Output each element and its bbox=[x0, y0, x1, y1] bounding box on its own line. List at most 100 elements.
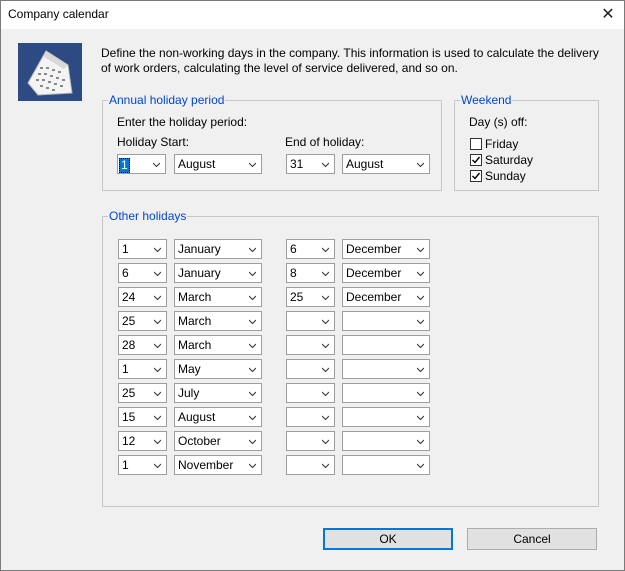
holiday-start-day-select[interactable]: 1 bbox=[118, 239, 167, 259]
holiday-start-month-select[interactable]: November bbox=[174, 455, 262, 475]
holiday-end-month-select[interactable] bbox=[342, 359, 430, 379]
holiday-start-day-select[interactable]: 1 bbox=[118, 359, 167, 379]
chevron-down-icon bbox=[322, 343, 329, 349]
chevron-down-icon bbox=[249, 463, 256, 469]
holiday-end-month-select[interactable]: August bbox=[342, 154, 430, 174]
holiday-end-day-select[interactable] bbox=[286, 359, 335, 379]
holiday-end-day-select[interactable]: 6 bbox=[286, 239, 335, 259]
holiday-end-month-select[interactable] bbox=[342, 431, 430, 451]
holiday-end-day-select[interactable]: 8 bbox=[286, 263, 335, 283]
holiday-end-month-select[interactable]: December bbox=[342, 287, 430, 307]
holiday-end-day-select[interactable] bbox=[286, 311, 335, 331]
holiday-start-day-select[interactable]: 25 bbox=[118, 311, 167, 331]
holiday-end-month-select[interactable] bbox=[342, 407, 430, 427]
holiday-start-day-select[interactable]: 6 bbox=[118, 263, 167, 283]
chevron-down-icon bbox=[249, 319, 256, 325]
holiday-end-month-select[interactable] bbox=[342, 311, 430, 331]
chevron-down-icon bbox=[154, 439, 161, 445]
chevron-down-icon bbox=[154, 271, 161, 277]
holiday-end-month-select[interactable] bbox=[342, 383, 430, 403]
chevron-down-icon bbox=[417, 343, 424, 349]
holiday-end-day-select[interactable]: 25 bbox=[286, 287, 335, 307]
chevron-down-icon bbox=[417, 271, 424, 277]
chevron-down-icon bbox=[154, 367, 161, 373]
holiday-start-month-select[interactable]: May bbox=[174, 359, 262, 379]
checkbox-label-friday[interactable]: Friday bbox=[485, 137, 518, 151]
holiday-start-month-select[interactable]: August bbox=[174, 407, 262, 427]
holiday-start-month-select[interactable]: March bbox=[174, 335, 262, 355]
holiday-start-day-value: 1 bbox=[122, 242, 129, 256]
holiday-end-month-value: August bbox=[346, 157, 384, 171]
holiday-end-day-select[interactable] bbox=[286, 383, 335, 403]
holiday-start-month-value: January bbox=[178, 242, 221, 256]
chevron-down-icon bbox=[417, 162, 424, 168]
days-off-label: Day (s) off: bbox=[469, 115, 528, 129]
holiday-end-day-select[interactable]: 31 bbox=[286, 154, 335, 174]
cancel-button[interactable]: Cancel bbox=[467, 528, 597, 550]
chevron-down-icon bbox=[154, 391, 161, 397]
holiday-start-month-value: May bbox=[178, 362, 201, 376]
holiday-end-day-value: 6 bbox=[290, 242, 297, 256]
checkbox-label-sunday[interactable]: Sunday bbox=[485, 169, 526, 183]
checkbox-saturday[interactable] bbox=[470, 154, 482, 166]
holiday-end-month-select[interactable]: December bbox=[342, 263, 430, 283]
chevron-down-icon bbox=[154, 247, 161, 253]
holiday-start-month-value: January bbox=[178, 266, 221, 280]
chevron-down-icon bbox=[417, 295, 424, 301]
checkmark-icon bbox=[472, 156, 481, 164]
chevron-down-icon bbox=[417, 463, 424, 469]
holiday-start-month-value: October bbox=[178, 434, 221, 448]
holiday-start-month-select[interactable]: July bbox=[174, 383, 262, 403]
holiday-start-month-select[interactable]: August bbox=[174, 154, 262, 174]
holiday-end-month-select[interactable] bbox=[342, 335, 430, 355]
holiday-end-month-select[interactable]: December bbox=[342, 239, 430, 259]
chevron-down-icon bbox=[322, 463, 329, 469]
holiday-start-day-value: 1 bbox=[119, 158, 130, 173]
holiday-start-label: Holiday Start: bbox=[117, 135, 190, 149]
holiday-start-month-select[interactable]: March bbox=[174, 311, 262, 331]
chevron-down-icon bbox=[322, 319, 329, 325]
holiday-end-day-value: 25 bbox=[290, 290, 304, 304]
checkbox-label-saturday[interactable]: Saturday bbox=[485, 153, 533, 167]
weekend-legend: Weekend bbox=[461, 93, 512, 107]
holiday-end-day-select[interactable] bbox=[286, 455, 335, 475]
checkmark-icon bbox=[472, 172, 481, 180]
description-text: Define the non-working days in the compa… bbox=[101, 46, 599, 75]
holiday-start-month-value: March bbox=[178, 314, 212, 328]
chevron-down-icon bbox=[249, 247, 256, 253]
holiday-start-day-select[interactable]: 12 bbox=[118, 431, 167, 451]
checkbox-sunday[interactable] bbox=[470, 170, 482, 182]
holiday-start-month-select[interactable]: March bbox=[174, 287, 262, 307]
holiday-end-day-select[interactable] bbox=[286, 335, 335, 355]
holiday-start-month-value: March bbox=[178, 290, 212, 304]
holiday-start-month-value: March bbox=[178, 338, 212, 352]
holiday-start-day-select[interactable]: 1 bbox=[118, 455, 167, 475]
title-bar: Company calendar ✕ bbox=[1, 1, 624, 29]
chevron-down-icon bbox=[322, 415, 329, 421]
holiday-start-day-select[interactable]: 24 bbox=[118, 287, 167, 307]
holiday-end-day-value: 8 bbox=[290, 266, 297, 280]
chevron-down-icon bbox=[322, 247, 329, 253]
holiday-start-month-select[interactable]: January bbox=[174, 239, 262, 259]
holiday-start-day-select[interactable]: 28 bbox=[118, 335, 167, 355]
annual-holiday-legend: Annual holiday period bbox=[109, 93, 225, 107]
chevron-down-icon bbox=[249, 271, 256, 277]
holiday-start-day-select[interactable]: 25 bbox=[118, 383, 167, 403]
checkbox-friday[interactable] bbox=[470, 138, 482, 150]
holiday-end-day-select[interactable] bbox=[286, 431, 335, 451]
holiday-start-day-select[interactable]: 15 bbox=[118, 407, 167, 427]
holiday-start-month-value: August bbox=[178, 410, 216, 424]
close-icon[interactable]: ✕ bbox=[592, 1, 624, 29]
holiday-start-month-select[interactable]: January bbox=[174, 263, 262, 283]
holiday-end-month-select[interactable] bbox=[342, 455, 430, 475]
holiday-end-day-select[interactable] bbox=[286, 407, 335, 427]
holiday-start-month-value: August bbox=[178, 157, 216, 171]
holiday-start-month-select[interactable]: October bbox=[174, 431, 262, 451]
holiday-start-day-select[interactable]: 1 bbox=[117, 154, 166, 174]
chevron-down-icon bbox=[322, 295, 329, 301]
holiday-end-month-value: December bbox=[346, 266, 402, 280]
chevron-down-icon bbox=[154, 415, 161, 421]
chevron-down-icon bbox=[153, 162, 160, 168]
holiday-start-month-value: July bbox=[178, 386, 200, 400]
ok-button[interactable]: OK bbox=[323, 528, 453, 550]
